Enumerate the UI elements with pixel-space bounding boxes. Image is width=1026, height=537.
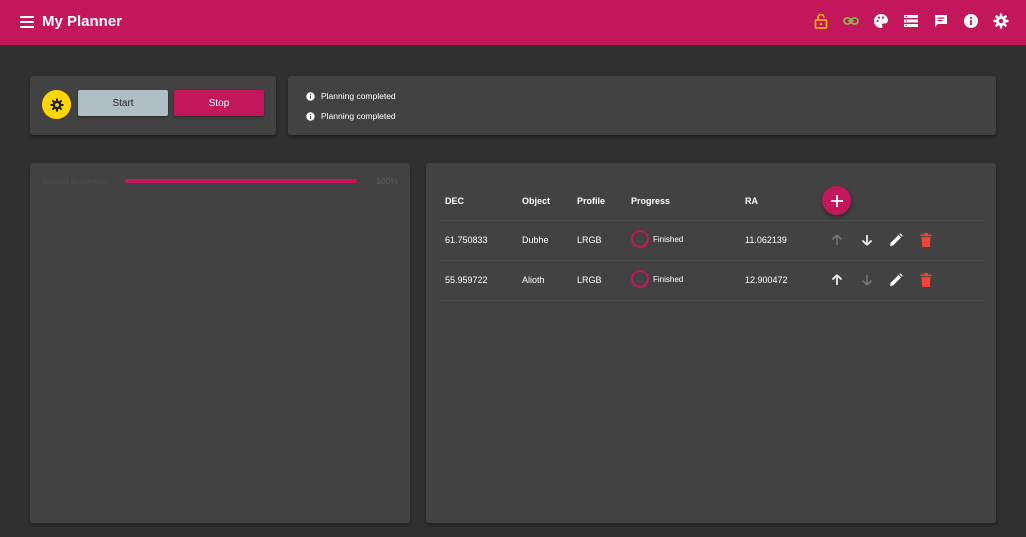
message-text: Planning completed: [321, 91, 396, 101]
move-up-icon[interactable]: [828, 231, 846, 249]
delete-icon[interactable]: [917, 271, 935, 289]
add-target-button[interactable]: [822, 186, 851, 215]
info-icon: [306, 91, 315, 101]
messages-card: Planning completed Planning completed: [288, 76, 996, 135]
lock-open-icon[interactable]: [812, 12, 830, 30]
targets-table-card: DEC Object Profile Progress RA 61.750833…: [426, 163, 996, 523]
app-bar: My Planner: [0, 0, 1026, 45]
row-divider: [440, 300, 984, 301]
move-down-icon[interactable]: [858, 231, 876, 249]
cell-object: Dubhe: [522, 235, 549, 245]
link-icon[interactable]: [842, 12, 860, 30]
gear-icon: [49, 97, 64, 112]
column-header-profile: Profile: [577, 196, 606, 206]
menu-icon[interactable]: [18, 13, 36, 31]
move-down-icon[interactable]: [858, 271, 876, 289]
info-icon[interactable]: [962, 12, 980, 30]
progress-ring-icon: [631, 270, 649, 288]
cell-ra: 12.900472: [745, 275, 788, 285]
cell-profile: LRGB: [577, 235, 602, 245]
message-item: Planning completed: [306, 91, 396, 101]
cell-ra: 11.062139: [745, 235, 787, 245]
progress-status: Finished: [653, 234, 684, 244]
start-button[interactable]: Start: [78, 90, 168, 116]
edit-icon[interactable]: [887, 231, 905, 249]
cell-profile: LRGB: [577, 275, 602, 285]
control-card: Start Stop: [30, 76, 276, 135]
column-header-dec: DEC: [445, 196, 465, 206]
cell-dec: 61.750833: [445, 235, 488, 245]
message-text: Planning completed: [321, 111, 396, 121]
global-progress-fill: [125, 179, 357, 183]
app-title: My Planner: [42, 13, 123, 30]
table-row: 61.750833 Dubhe LRGB Finished 11.062139: [426, 220, 996, 260]
progress-status: Finished: [653, 274, 684, 284]
delete-icon[interactable]: [917, 231, 935, 249]
storage-icon[interactable]: [902, 12, 920, 30]
cell-dec: 55.959722: [445, 275, 488, 285]
edit-icon[interactable]: [887, 271, 905, 289]
feedback-icon[interactable]: [932, 12, 950, 30]
settings-fab[interactable]: [42, 90, 71, 119]
column-header-ra: RA: [745, 196, 758, 206]
column-header-progress: Progress: [631, 196, 671, 206]
global-progress-bar: [125, 179, 357, 183]
move-up-icon[interactable]: [828, 271, 846, 289]
toolbar-actions: [812, 12, 1010, 30]
message-item: Planning completed: [306, 111, 396, 121]
cell-progress: Finished: [631, 270, 683, 288]
palette-icon[interactable]: [872, 12, 890, 30]
column-header-object: Object: [522, 196, 551, 206]
info-icon: [306, 111, 315, 121]
settings-icon[interactable]: [992, 12, 1010, 30]
global-progress-card: Global progress 100%: [30, 163, 410, 523]
table-row: 55.959722 Alioth LRGB Finished 12.900472: [426, 260, 996, 300]
plus-icon: [830, 194, 843, 207]
progress-ring-icon: [631, 230, 649, 248]
global-progress-label: Global progress: [42, 176, 108, 186]
cell-object: Alioth: [522, 275, 545, 285]
stop-button[interactable]: Stop: [174, 90, 264, 116]
cell-progress: Finished: [631, 230, 683, 248]
global-progress-value: 100%: [376, 176, 398, 186]
